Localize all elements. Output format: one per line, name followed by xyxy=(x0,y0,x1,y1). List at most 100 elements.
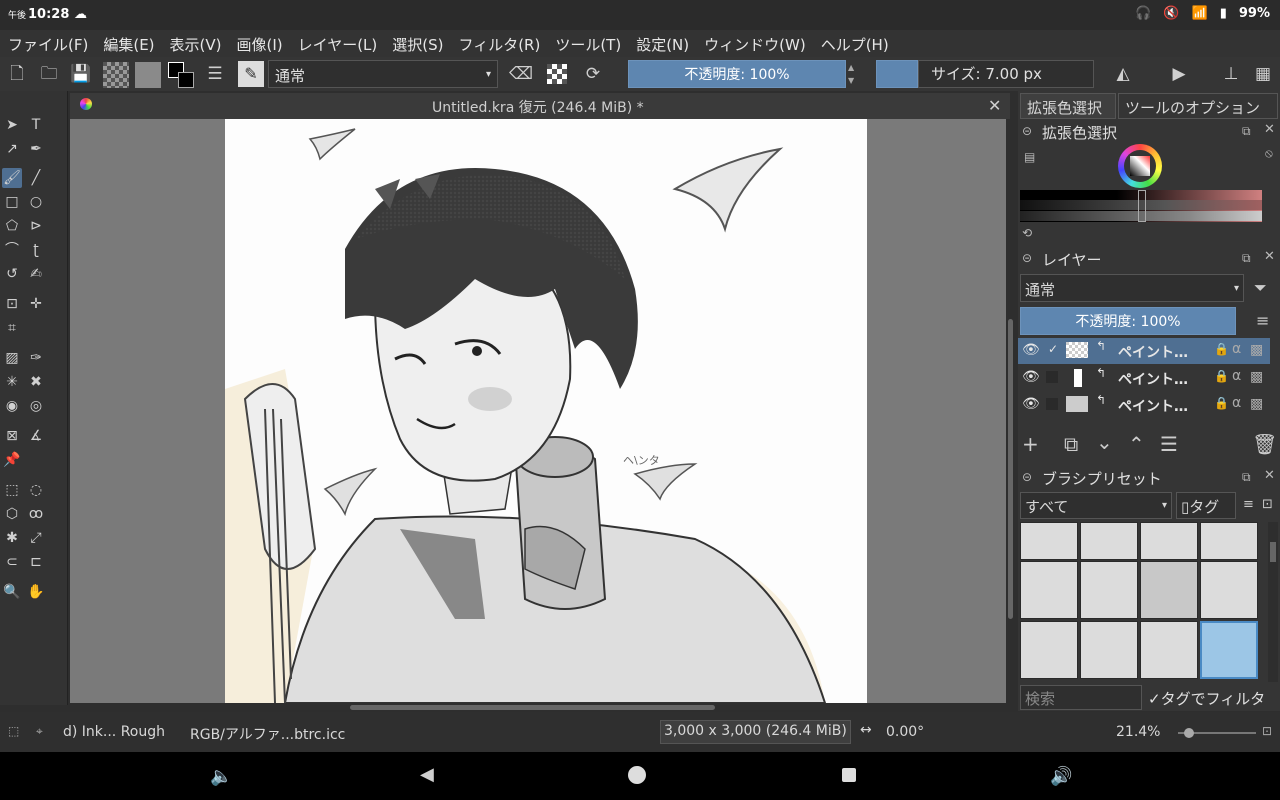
fg-bg-color-icon[interactable] xyxy=(168,62,194,88)
brush-preset[interactable] xyxy=(1020,621,1078,679)
document-tab[interactable]: Untitled.kra 復元 (246.4 MiB) * ✕ xyxy=(70,93,1010,119)
rectangle-tool-icon[interactable]: □ xyxy=(2,192,22,212)
workspace-icon[interactable]: ▦ xyxy=(1252,63,1274,85)
calligraphy-tool-icon[interactable]: ✒ xyxy=(26,139,46,159)
eraser-icon[interactable]: ⌫ xyxy=(509,63,533,85)
lock-layer-icon[interactable]: 🔒 xyxy=(1214,342,1229,356)
mirror-horizontal-icon[interactable]: ◭ xyxy=(1112,63,1134,85)
transform-tool-icon[interactable]: ⊡ xyxy=(2,294,22,314)
freehand-path-tool-icon[interactable]: ʈ xyxy=(26,240,46,260)
brush-preset[interactable] xyxy=(1080,522,1138,560)
brush-preset-icon[interactable]: ✎ xyxy=(238,61,264,87)
eye-icon[interactable]: 👁 xyxy=(1022,396,1040,412)
close-docker-icon[interactable]: ✕ xyxy=(1264,122,1275,137)
delete-layer-icon[interactable]: 🗑 xyxy=(1252,432,1277,456)
brush-close-icon[interactable]: ✕ xyxy=(1264,468,1275,483)
reload-icon[interactable]: ⟳ xyxy=(582,63,604,85)
fit-icon[interactable]: ⊡ xyxy=(1262,724,1272,738)
contiguous-select-tool-icon[interactable]: ✱ xyxy=(2,528,22,548)
layers-float-icon[interactable]: ⧉ xyxy=(1242,251,1251,266)
similar-select-tool-icon[interactable]: ⤢ xyxy=(26,528,46,548)
zoom-tool-icon[interactable]: 🔍 xyxy=(2,582,22,602)
recents-icon[interactable] xyxy=(842,768,856,782)
enclose-fill-tool-icon[interactable]: ◎ xyxy=(26,396,46,416)
inherit-alpha-icon[interactable]: ▩ xyxy=(1250,342,1263,358)
zoom-slider[interactable] xyxy=(1178,728,1256,738)
layer-opacity-slider[interactable]: 不透明度: 100% xyxy=(1020,307,1236,335)
multibrush-tool-icon[interactable]: ✍ xyxy=(26,264,46,284)
inherit-alpha-icon[interactable]: ▩ xyxy=(1250,369,1263,385)
float-docker-icon[interactable]: ⧉ xyxy=(1242,124,1251,139)
color-clear-icon[interactable]: ⦸ xyxy=(1265,146,1273,161)
tab-advanced-color[interactable]: 拡張色選択 xyxy=(1020,93,1116,119)
layer-name[interactable]: ペイント… xyxy=(1118,369,1188,389)
size-slider-fill[interactable] xyxy=(876,60,918,88)
move-layer-down-icon[interactable]: ⌄ xyxy=(1096,430,1113,454)
layer-blend-select[interactable]: 通常 ▾ xyxy=(1020,274,1244,302)
freehand-select-tool-icon[interactable]: ꝏ xyxy=(26,504,46,524)
brush-preset[interactable] xyxy=(1140,621,1198,679)
duplicate-layer-icon[interactable]: ⧉ xyxy=(1064,432,1078,456)
magnetic-select-tool-icon[interactable]: ⊏ xyxy=(26,552,46,572)
bezier-select-tool-icon[interactable]: ⊂ xyxy=(2,552,22,572)
brush-scrollbar[interactable] xyxy=(1268,522,1278,682)
layer-name[interactable]: ペイント… xyxy=(1118,342,1188,362)
selection-icon[interactable]: ⬚ xyxy=(8,724,19,738)
layer-properties-icon[interactable]: ☰ xyxy=(1160,432,1178,456)
menu-image[interactable]: 画像(I) xyxy=(229,30,290,57)
menu-tools[interactable]: ツール(T) xyxy=(547,30,628,57)
brush-editor-icon[interactable]: ☰ xyxy=(204,63,226,85)
lock-layer-icon[interactable]: 🔒 xyxy=(1214,369,1229,383)
filter-icon[interactable]: ⏷ xyxy=(1254,278,1267,298)
vertical-scrollbar[interactable] xyxy=(1006,119,1016,703)
brush-preset[interactable] xyxy=(1080,561,1138,619)
menu-file[interactable]: ファイル(F) xyxy=(0,30,95,57)
mirror-vertical-icon[interactable]: ▶ xyxy=(1168,63,1190,85)
edit-shapes-tool-icon[interactable]: ↗ xyxy=(2,139,22,159)
close-document-icon[interactable]: ✕ xyxy=(988,96,1001,115)
eye-icon[interactable]: 👁 xyxy=(1022,369,1040,385)
layer-row[interactable]: 👁 ↰ ペイント… 🔒 α ▩ xyxy=(1018,365,1270,391)
brush-preset[interactable] xyxy=(1020,522,1078,560)
layer-row[interactable]: 👁 ↰ ペイント… 🔒 α ▩ xyxy=(1018,392,1270,418)
alpha-icon[interactable]: α xyxy=(1232,341,1241,357)
color-wheel[interactable] xyxy=(1118,144,1162,188)
brush-preset[interactable] xyxy=(1140,522,1198,560)
pan-tool-icon[interactable]: ✋ xyxy=(26,582,46,602)
assistant-tool-icon[interactable]: ⊠ xyxy=(2,426,22,446)
lock-layer-icon[interactable]: 🔒 xyxy=(1214,396,1229,410)
menu-filter[interactable]: フィルタ(R) xyxy=(451,30,548,57)
move-layer-up-icon[interactable]: ⌃ xyxy=(1128,432,1145,456)
line-tool-icon[interactable]: ╱ xyxy=(26,168,46,188)
pattern-icon[interactable] xyxy=(135,62,161,88)
view-mode-icon[interactable]: ≡ xyxy=(1243,497,1254,512)
home-icon[interactable] xyxy=(628,766,646,784)
fill-tool-icon[interactable]: ◉ xyxy=(2,396,22,416)
rect-select-tool-icon[interactable]: ⬚ xyxy=(2,480,22,500)
smart-patch-tool-icon[interactable]: ✖ xyxy=(26,372,46,392)
layers-lock-icon[interactable]: ⊝ xyxy=(1022,251,1032,265)
brush-status-icon[interactable]: ⌖ xyxy=(36,724,43,739)
menu-edit[interactable]: 編集(E) xyxy=(95,30,161,57)
move-tool-icon[interactable]: ✛ xyxy=(26,294,46,314)
select-shapes-tool-icon[interactable]: ➤ xyxy=(2,115,22,135)
image-size[interactable]: 3,000 x 3,000 (246.4 MiB) xyxy=(660,720,851,744)
ellipse-select-tool-icon[interactable]: ◌ xyxy=(26,480,46,500)
back-icon[interactable]: ◀ xyxy=(420,764,434,785)
refresh-icon[interactable]: ⟲ xyxy=(1022,226,1032,240)
brush-preset[interactable] xyxy=(1140,561,1198,619)
menu-settings[interactable]: 設定(N) xyxy=(628,30,696,57)
brush-float-icon[interactable]: ⧉ xyxy=(1242,470,1251,485)
brush-search-input[interactable]: 検索 xyxy=(1020,685,1142,710)
colorize-mask-tool-icon[interactable]: ✳ xyxy=(2,372,22,392)
alpha-lock-icon[interactable] xyxy=(547,64,567,84)
checkbox[interactable] xyxy=(1046,398,1058,410)
text-tool-icon[interactable]: T xyxy=(26,115,46,135)
import-icon[interactable]: ⊡ xyxy=(1262,497,1273,512)
color-slider-bars[interactable] xyxy=(1020,190,1262,222)
polygon-select-tool-icon[interactable]: ⬡ xyxy=(2,504,22,524)
opacity-slider[interactable]: 不透明度: 100% xyxy=(628,60,846,88)
dynamic-brush-tool-icon[interactable]: ↺ xyxy=(2,264,22,284)
opacity-spinner[interactable]: ▲ ▼ xyxy=(848,61,856,87)
zoom-level[interactable]: 21.4% xyxy=(1116,724,1160,740)
